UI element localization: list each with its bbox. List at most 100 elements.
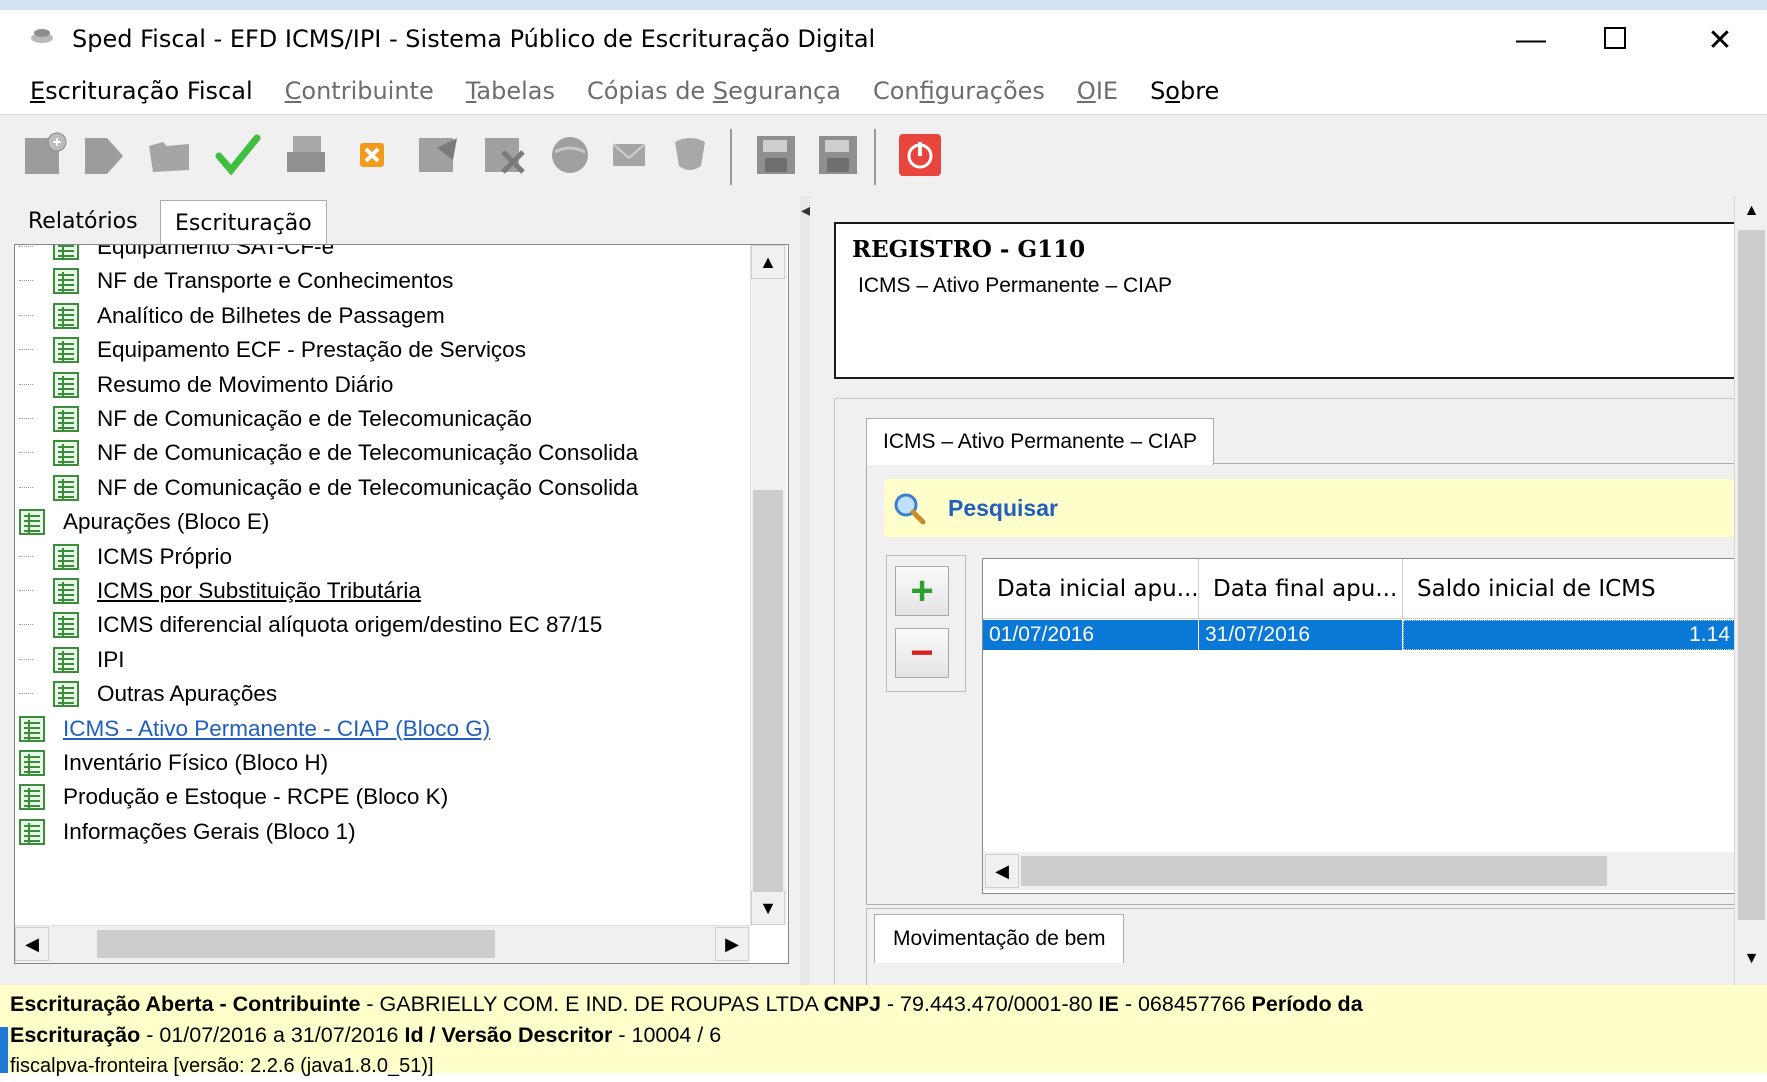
tree-item[interactable]: ICMS diferencial alíquota origem/destino…	[19, 606, 603, 644]
scroll-down-button[interactable]: ▼	[751, 891, 785, 925]
right-vertical-scrollbar[interactable]: ▲ ▼	[1734, 196, 1767, 985]
scroll-thumb[interactable]	[97, 930, 495, 958]
table-icon	[53, 474, 79, 501]
table-cell[interactable]: 01/07/2016	[983, 620, 1199, 650]
remove-button[interactable]: −	[895, 628, 949, 678]
navigation-tree: Equipamento SAT-CF-e NF de Transporte e C…	[14, 244, 789, 964]
signature-remove-icon[interactable]	[474, 125, 534, 185]
scroll-up-button[interactable]: ▲	[751, 245, 785, 279]
tree-item[interactable]: Apurações (Bloco E)	[19, 503, 269, 541]
save-as-icon[interactable]	[808, 125, 868, 185]
menu-item[interactable]: Tabelas	[466, 77, 555, 105]
tree-item[interactable]: NF de Comunicação e de Telecomunicação C…	[19, 434, 638, 472]
table-cell[interactable]: 31/07/2016	[1199, 620, 1403, 650]
menu-item[interactable]: Cópias de Segurança	[587, 77, 841, 105]
tree-item[interactable]: IPI	[19, 641, 125, 679]
check-icon[interactable]	[208, 125, 268, 185]
panel-splitter[interactable]: ◀	[800, 196, 812, 985]
scroll-left-button[interactable]: ◀	[15, 927, 49, 961]
table-icon	[53, 245, 79, 260]
open-folder-icon[interactable]	[140, 125, 200, 185]
scroll-thumb[interactable]	[1738, 230, 1765, 920]
menu-item[interactable]: Configurações	[873, 77, 1045, 105]
scroll-thumb[interactable]	[1021, 856, 1607, 886]
scroll-left-button[interactable]: ◀	[985, 854, 1019, 888]
status-bar: Escrituração Aberta - Contribuinte - GAB…	[0, 985, 1767, 1077]
tree-item[interactable]: ICMS - Ativo Permanente - CIAP (Bloco G)	[19, 710, 490, 748]
column-header[interactable]: Data final apu...	[1199, 559, 1403, 619]
tab-escrituracao[interactable]: Escrituração	[160, 200, 327, 245]
tree-item[interactable]: Produção e Estoque - RCPE (Bloco K)	[19, 778, 448, 816]
delete-icon[interactable]	[342, 125, 402, 185]
scroll-up-button[interactable]: ▲	[1735, 196, 1767, 226]
tree-item-label: Resumo de Movimento Diário	[97, 371, 394, 397]
shield-icon[interactable]	[660, 125, 720, 185]
records-grid: Data inicial apu... Data final apu... Sald…	[982, 558, 1735, 894]
scroll-thumb[interactable]	[753, 490, 783, 922]
tree-item-label: ICMS diferencial alíquota origem/destino…	[97, 612, 603, 638]
signature-icon[interactable]	[408, 125, 468, 185]
tree-item[interactable]: Informações Gerais (Bloco 1)	[19, 813, 356, 851]
tree-item[interactable]: NF de Comunicação e de Telecomunicação	[19, 400, 532, 438]
save-disk-icon[interactable]	[276, 125, 336, 185]
status-key: Escrituração Aberta - Contribuinte	[10, 992, 361, 1016]
close-button[interactable]: ✕	[1675, 12, 1765, 68]
tree-item-label: Outras Apurações	[97, 681, 278, 707]
table-cell[interactable]: 1.14	[1403, 620, 1735, 650]
table-icon	[53, 406, 79, 432]
tree-item[interactable]: NF de Transporte e Conhecimentos	[19, 262, 453, 300]
add-remove-panel: + −	[886, 555, 966, 692]
tree-item[interactable]: Analítico de Bilhetes de Passagem	[19, 297, 445, 335]
tree-connector	[19, 246, 33, 247]
tree-item[interactable]: Outras Apurações	[19, 675, 278, 713]
tree-connector	[19, 349, 33, 351]
status-line-1: Escrituração Aberta - Contribuinte - GAB…	[10, 989, 1363, 1020]
save-icon[interactable]	[746, 125, 806, 185]
status-value: - 01/07/2016 a 31/07/2016	[140, 1023, 405, 1047]
status-value: - GABRIELLY COM. E IND. DE ROUPAS LTDA	[360, 992, 824, 1016]
tree-horizontal-scrollbar[interactable]: ◀ ▶	[15, 925, 750, 963]
minimize-button[interactable]: —	[1486, 12, 1576, 68]
search-label: Pesquisar	[948, 494, 1058, 521]
menu-item[interactable]: Escrituração Fiscal	[30, 77, 253, 105]
tree-item[interactable]: NF de Comunicação e de Telecomunicação C…	[19, 469, 638, 507]
tree-connector	[19, 658, 33, 660]
menu-item[interactable]: Sobre	[1150, 77, 1219, 105]
grid-horizontal-scrollbar[interactable]: ◀	[983, 852, 1735, 890]
tree-item[interactable]: ICMS por Substituição Tributária	[19, 572, 421, 610]
toolbar	[0, 114, 1767, 198]
scroll-right-button[interactable]: ▶	[715, 927, 749, 961]
column-header[interactable]: Saldo inicial de ICMS	[1403, 559, 1735, 619]
mail-icon[interactable]	[600, 125, 660, 185]
menu-item[interactable]: Contribuinte	[285, 77, 434, 105]
next-icon[interactable]	[74, 125, 134, 185]
status-key: Escrituração	[10, 1023, 141, 1047]
tree-item[interactable]: Resumo de Movimento Diário	[19, 366, 394, 404]
tree-vertical-scrollbar[interactable]: ▲ ▼	[750, 245, 787, 925]
tree-item[interactable]: Equipamento ECF - Prestação de Serviços	[19, 331, 526, 369]
tree-item[interactable]: ICMS Próprio	[19, 538, 232, 576]
table-icon	[53, 543, 79, 570]
status-value: - 79.443.470/0001-80	[880, 992, 1099, 1016]
tab-movimentacao[interactable]: Movimentação de bem	[874, 914, 1125, 963]
tree-item[interactable]: Inventário Físico (Bloco H)	[19, 744, 328, 782]
tree-item-label: Informações Gerais (Bloco 1)	[63, 818, 356, 844]
new-icon[interactable]	[14, 125, 74, 185]
maximize-button[interactable]	[1570, 12, 1660, 68]
tab-relatorios[interactable]: Relatórios	[14, 200, 152, 242]
menu-item[interactable]: OIE	[1077, 77, 1118, 105]
table-icon	[19, 818, 45, 845]
tree-item-label: NF de Comunicação e de Telecomunicação	[97, 406, 532, 431]
tree-item-label: IPI	[97, 646, 125, 672]
power-icon[interactable]	[890, 125, 950, 185]
tree-item-label: Produção e Estoque - RCPE (Bloco K)	[63, 784, 449, 810]
minus-icon: −	[910, 630, 934, 675]
scroll-down-button[interactable]: ▼	[1735, 944, 1767, 974]
column-header[interactable]: Data inicial apu...	[983, 559, 1199, 619]
tab-ciap[interactable]: ICMS – Ativo Permanente – CIAP	[866, 418, 1214, 465]
globe-icon[interactable]	[540, 125, 600, 185]
search-bar[interactable]: Pesquisar	[884, 479, 1734, 537]
add-button[interactable]: +	[895, 566, 949, 616]
table-icon	[19, 715, 45, 742]
tree-connector	[19, 452, 33, 454]
